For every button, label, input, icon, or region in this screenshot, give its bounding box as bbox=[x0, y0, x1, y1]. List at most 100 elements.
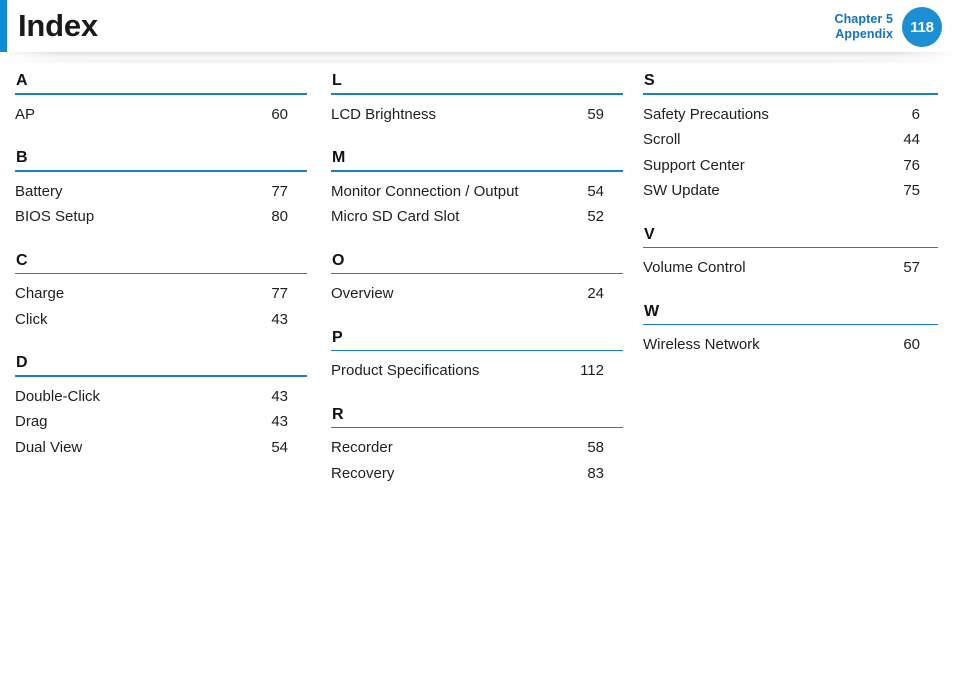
index-letter-heading: W bbox=[644, 302, 660, 320]
index-letter-heading: B bbox=[16, 149, 28, 166]
index-entry-list: Overview 24 bbox=[331, 281, 623, 307]
index-entry-label: Monitor Connection / Output bbox=[331, 182, 519, 200]
index-letter-group: V Volume Control 57 bbox=[643, 226, 938, 281]
index-entry[interactable]: Recorder 58 bbox=[331, 435, 623, 461]
index-letter-group: O Overview 24 bbox=[331, 252, 623, 307]
index-entry-label: Micro SD Card Slot bbox=[331, 208, 460, 225]
index-entry[interactable]: Wireless Network 60 bbox=[643, 332, 938, 358]
index-entry-label: Double-Click bbox=[15, 387, 101, 405]
index-entry-label: Support Center bbox=[643, 156, 745, 174]
index-entry-label: AP bbox=[15, 105, 36, 123]
index-letter-heading: A bbox=[16, 72, 28, 89]
index-entry-list: Recorder 58 Recovery 83 bbox=[331, 435, 623, 486]
chapter-label: Chapter 5 Appendix bbox=[834, 12, 893, 42]
index-letter-rule bbox=[15, 375, 307, 377]
index-entry-page-number: 77 bbox=[271, 285, 288, 302]
index-letter-group: L LCD Brightness 59 bbox=[331, 72, 623, 127]
index-entry-page-number: 112 bbox=[580, 362, 604, 379]
index-letter-rule bbox=[15, 170, 307, 172]
index-entry-label: SW Update bbox=[643, 182, 720, 199]
index-entry-label: Charge bbox=[15, 285, 65, 302]
index-entry-list: Monitor Connection / Output 54 Micro SD Ca… bbox=[331, 179, 623, 230]
index-entry-page-number: 6 bbox=[911, 105, 920, 123]
index-entry[interactable]: Double-Click 43 bbox=[15, 384, 307, 410]
index-entry[interactable]: Drag 43 bbox=[15, 409, 307, 435]
index-body: A AP 60 B Battery 77 BIOS Setup 80 C Charge 77 Clic… bbox=[0, 72, 954, 672]
index-letter-heading: P bbox=[332, 328, 343, 346]
index-entry-page-number: 83 bbox=[587, 464, 604, 482]
index-entry[interactable]: BIOS Setup 80 bbox=[15, 204, 307, 230]
index-letter-heading: S bbox=[644, 72, 655, 89]
index-letter-heading: M bbox=[332, 149, 346, 166]
index-letter-group: M Monitor Connection / Output 54 Micro SD C… bbox=[331, 149, 623, 230]
page-header: Index Chapter 5 Appendix 118 bbox=[0, 0, 954, 53]
index-entry[interactable]: Overview 24 bbox=[331, 281, 623, 307]
index-entry-label: Product Specifications bbox=[331, 362, 480, 379]
index-entry[interactable]: Safety Precautions 6 bbox=[643, 102, 938, 128]
index-entry-label: Overview bbox=[331, 285, 394, 302]
chapter-name-label: Appendix bbox=[835, 27, 893, 41]
index-entry[interactable]: Scroll 44 bbox=[643, 127, 938, 153]
index-entry[interactable]: Micro SD Card Slot 52 bbox=[331, 204, 623, 230]
index-letter-group: A AP 60 bbox=[15, 72, 307, 127]
index-entry-page-number: 77 bbox=[271, 182, 288, 200]
index-letter-rule bbox=[643, 323, 938, 325]
index-letter-group: R Recorder 58 Recovery 83 bbox=[331, 406, 623, 487]
index-entry-label: BIOS Setup bbox=[15, 208, 95, 225]
index-letter-heading: R bbox=[332, 405, 344, 423]
index-entry[interactable]: Battery 77 bbox=[15, 179, 307, 205]
index-letter-group: C Charge 77 Click 43 bbox=[15, 252, 307, 333]
index-entry-page-number: 44 bbox=[903, 131, 920, 148]
index-entry[interactable]: Recovery 83 bbox=[331, 461, 623, 487]
index-entry-list: Product Specifications 112 bbox=[331, 358, 623, 384]
index-letter-heading: D bbox=[16, 354, 28, 371]
index-entry-label: Scroll bbox=[643, 131, 681, 148]
index-entry-list: Charge 77 Click 43 bbox=[15, 281, 307, 332]
index-letter-rule bbox=[331, 272, 623, 274]
index-entry[interactable]: Dual View 54 bbox=[15, 435, 307, 461]
index-letter-heading: L bbox=[332, 72, 342, 89]
index-entry[interactable]: Support Center 76 bbox=[643, 153, 938, 179]
index-letter-rule bbox=[15, 272, 307, 274]
index-letter-rule bbox=[643, 246, 938, 248]
index-letter-group: D Double-Click 43 Drag 43 Dual View 54 bbox=[15, 354, 307, 460]
index-entry-list: LCD Brightness 59 bbox=[331, 102, 623, 128]
index-letter-rule bbox=[331, 170, 623, 172]
index-column-3: S Safety Precautions 6 Scroll 44 Support Cent… bbox=[632, 72, 954, 672]
index-entry-page-number: 60 bbox=[271, 105, 288, 123]
index-entry-page-number: 52 bbox=[587, 208, 604, 225]
index-entry-list: Safety Precautions 6 Scroll 44 Support Cente… bbox=[643, 102, 938, 204]
index-entry[interactable]: LCD Brightness 59 bbox=[331, 102, 623, 128]
header-chapter-info: Chapter 5 Appendix 118 bbox=[834, 5, 942, 49]
index-letter-group: B Battery 77 BIOS Setup 80 bbox=[15, 149, 307, 230]
index-entry-label: Recovery bbox=[331, 464, 395, 482]
index-entry-label: Safety Precautions bbox=[643, 105, 769, 123]
index-entry-page-number: 60 bbox=[903, 336, 920, 353]
index-entry[interactable]: Monitor Connection / Output 54 bbox=[331, 179, 623, 205]
index-entry-page-number: 59 bbox=[587, 105, 604, 123]
index-entry-page-number: 43 bbox=[271, 387, 288, 405]
index-entry[interactable]: SW Update 75 bbox=[643, 178, 938, 204]
index-letter-heading: O bbox=[332, 251, 345, 269]
index-entry[interactable]: Volume Control 57 bbox=[643, 255, 938, 281]
index-entry-label: Wireless Network bbox=[643, 336, 760, 353]
chapter-number-label: Chapter 5 bbox=[834, 12, 893, 26]
index-entry-label: Recorder bbox=[331, 439, 393, 456]
index-entry[interactable]: AP 60 bbox=[15, 102, 307, 128]
index-entry-page-number: 54 bbox=[271, 438, 288, 456]
index-entry-list: Volume Control 57 bbox=[643, 255, 938, 281]
header-shadow-secondary bbox=[0, 60, 954, 65]
index-entry-page-number: 43 bbox=[271, 413, 288, 430]
page-number-badge: 118 bbox=[902, 7, 942, 47]
index-entry[interactable]: Charge 77 bbox=[15, 281, 307, 307]
index-column-1: A AP 60 B Battery 77 BIOS Setup 80 C Charge 77 Clic… bbox=[0, 72, 316, 672]
index-letter-rule bbox=[331, 93, 623, 95]
page-title: Index bbox=[18, 8, 98, 43]
index-entry-list: Double-Click 43 Drag 43 Dual View 54 bbox=[15, 384, 307, 461]
index-entry[interactable]: Product Specifications 112 bbox=[331, 358, 623, 384]
index-entry-label: Battery bbox=[15, 182, 63, 200]
index-entry-page-number: 80 bbox=[271, 208, 288, 225]
index-letter-rule bbox=[331, 349, 623, 351]
index-entry[interactable]: Click 43 bbox=[15, 307, 307, 333]
index-letter-heading: V bbox=[644, 225, 655, 243]
